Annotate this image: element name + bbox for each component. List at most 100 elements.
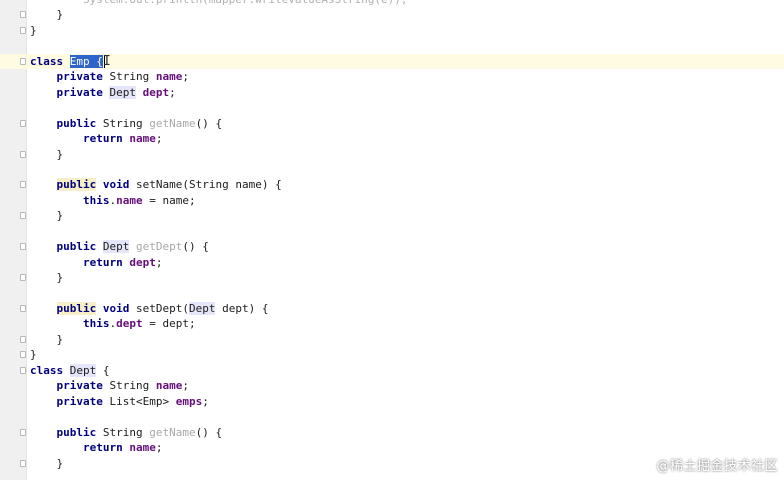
code-token: private [56,70,103,84]
code-token: List<Emp> [102,394,176,408]
code-token: name [129,441,156,455]
code-text: private List<Emp> emps; [30,394,209,410]
fold-marker-icon[interactable] [20,243,26,251]
code-token: private [56,379,103,393]
code-line[interactable]: this.dept = dept; [0,316,784,332]
code-text: public Dept getDept() { [30,239,209,255]
code-line[interactable]: return dept; [0,255,784,271]
fold-marker-icon[interactable] [20,181,26,189]
code-line[interactable]: public void setName(String name) { [0,177,784,193]
code-token: class [30,363,64,377]
code-text: } [30,347,37,363]
code-line[interactable]: } [0,7,784,23]
fold-marker-icon[interactable] [20,366,26,374]
code-token: Dept [102,240,130,254]
code-line[interactable]: System.out.println(mapper.writeValueAsSt… [0,0,784,8]
code-line[interactable]: } [0,208,784,224]
code-token: } [30,23,37,37]
code-token: public [56,240,97,254]
code-line[interactable]: public String getName() { [0,116,784,132]
code-line[interactable]: public String getName() { [0,425,784,441]
fold-marker-icon[interactable] [20,305,26,312]
code-line[interactable]: } [0,23,784,39]
code-token: this [82,317,110,331]
code-token: () { [182,240,209,254]
code-token: getName [149,116,196,130]
code-line[interactable] [0,100,784,116]
code-token: setName(String name) { [129,178,282,192]
code-token: dept) { [215,302,269,315]
fold-marker-icon[interactable] [20,459,26,467]
code-line[interactable] [0,224,784,240]
code-text: } [30,208,63,224]
code-line[interactable]: this.name = name; [0,193,784,209]
fold-marker-icon[interactable] [20,11,26,19]
code-token: () { [195,116,223,130]
code-line[interactable]: private Dept dept; [0,85,784,101]
code-line[interactable]: private String name; [0,378,784,394]
fold-marker-icon[interactable] [20,57,26,65]
code-text: this.dept = dept; [30,316,196,332]
fold-marker-icon[interactable] [20,26,26,34]
code-token: getName [149,425,196,439]
code-token: Dept [188,302,216,315]
code-text: return dept; [30,255,163,271]
code-token: } [30,8,64,22]
code-token: } [30,348,37,362]
code-token: public [56,425,97,439]
code-token: dept [142,85,170,99]
code-line[interactable] [0,409,784,425]
code-line[interactable] [0,38,784,54]
code-line[interactable]: public Dept getDept() { [0,239,784,255]
code-text: class Dept { [30,363,110,379]
code-line[interactable]: } [0,347,784,363]
code-text: public void setName(String name) { [30,177,282,193]
code-text: private String name; [30,378,189,394]
fold-marker-icon[interactable] [20,351,26,359]
fold-marker-icon[interactable] [20,150,26,158]
code-line[interactable] [0,286,784,302]
fold-marker-icon[interactable] [20,335,26,343]
code-text: private String name; [30,69,189,85]
code-line[interactable]: } [0,147,784,163]
code-line[interactable]: return name; [0,440,784,456]
code-token: () { [195,425,223,439]
code-line[interactable]: } [0,270,784,286]
code-text: public String getName() { [30,425,223,441]
code-token: dept [129,255,156,269]
fold-marker-icon[interactable] [20,274,26,282]
code-token: public [56,302,97,315]
code-token: ; [182,379,189,393]
code-token: name [155,70,183,84]
code-token: } [30,271,64,285]
fold-marker-icon[interactable] [20,119,26,127]
code-line[interactable] [0,162,784,178]
code-line[interactable]: class Emp { [0,53,784,70]
fold-marker-icon[interactable] [20,212,26,220]
code-line[interactable]: return name; [0,131,784,147]
code-line[interactable]: class Dept { [0,363,784,379]
code-token: private [56,394,103,408]
code-text: public String getName() { [30,116,223,132]
code-line[interactable]: public void setDept(Dept dept) { [0,301,784,317]
code-text: return name; [30,131,163,147]
code-line[interactable]: private String name; [0,69,784,85]
code-token: ; [202,394,209,408]
fold-marker-icon[interactable] [20,428,26,436]
code-token: return [82,132,123,146]
code-line[interactable]: } [0,332,784,348]
code-token: { [89,54,103,68]
code-line[interactable]: private List<Emp> emps; [0,394,784,410]
code-text: this.name = name; [30,193,196,209]
code-text: public void setDept(Dept dept) { [30,301,268,317]
